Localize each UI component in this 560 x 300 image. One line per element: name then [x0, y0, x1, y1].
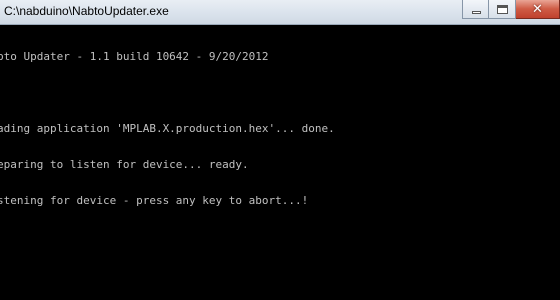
console-line: eparing to listen for device... ready. [0, 158, 249, 171]
close-button[interactable]: ✕ [516, 0, 560, 19]
console-line: stening for device - press any key to ab… [0, 194, 309, 207]
maximize-icon [497, 5, 508, 14]
console-line: bto Updater - 1.1 build 10642 - 9/20/201… [0, 50, 269, 63]
console-window: C:\nabduino\NabtoUpdater.exe ✕ bto Updat… [0, 0, 560, 300]
minimize-button[interactable] [462, 0, 489, 19]
window-controls: ✕ [462, 0, 560, 20]
console-line: ading application 'MPLAB.X.production.he… [0, 122, 335, 135]
window-title: C:\nabduino\NabtoUpdater.exe [4, 4, 169, 18]
console-text: bto Updater - 1.1 build 10642 - 9/20/201… [0, 27, 335, 231]
title-bar[interactable]: C:\nabduino\NabtoUpdater.exe ✕ [0, 0, 560, 25]
minimize-icon [472, 11, 481, 14]
close-icon: ✕ [532, 2, 543, 17]
console-output[interactable]: bto Updater - 1.1 build 10642 - 9/20/201… [0, 26, 560, 300]
maximize-button[interactable] [489, 0, 516, 19]
